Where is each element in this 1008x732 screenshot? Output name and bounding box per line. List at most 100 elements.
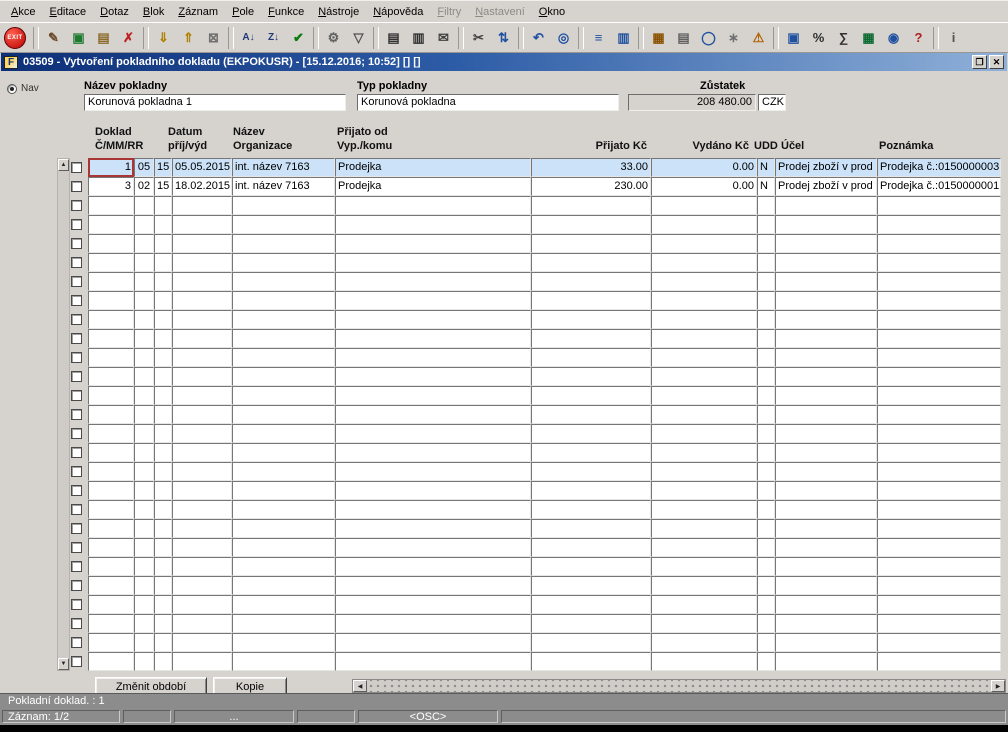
- cell-prijato_od[interactable]: [335, 462, 531, 481]
- cell-organizace[interactable]: [232, 329, 335, 348]
- table-row[interactable]: [88, 215, 1001, 234]
- cell-poznamka[interactable]: [877, 234, 1001, 253]
- cell-vydano_kc[interactable]: [651, 519, 757, 538]
- cell-vydano_kc[interactable]: [651, 500, 757, 519]
- cell-vydano_kc[interactable]: [651, 405, 757, 424]
- cell-mm[interactable]: [134, 557, 154, 576]
- row-checkbox[interactable]: [71, 314, 82, 325]
- sort-desc-icon[interactable]: Z↓: [261, 26, 286, 50]
- cell-poznamka[interactable]: [877, 595, 1001, 614]
- cell-prijato_od[interactable]: [335, 633, 531, 652]
- cell-ucel[interactable]: [775, 538, 877, 557]
- cell-vydano_kc[interactable]: [651, 253, 757, 272]
- cell-poznamka[interactable]: [877, 291, 1001, 310]
- row-checkbox[interactable]: [71, 276, 82, 287]
- row-checkbox[interactable]: [71, 162, 82, 173]
- cell-poznamka[interactable]: Prodejka č.:0150000001: [877, 177, 1001, 196]
- row-checkbox[interactable]: [71, 542, 82, 553]
- cell-udd[interactable]: [757, 557, 775, 576]
- cell-prijato_od[interactable]: [335, 367, 531, 386]
- cell-ucel[interactable]: [775, 329, 877, 348]
- cell-prijato_kc[interactable]: [531, 348, 651, 367]
- menu-item-editace[interactable]: Editace: [42, 3, 93, 21]
- cell-datum[interactable]: 18.02.2015: [172, 177, 232, 196]
- cell-poznamka[interactable]: [877, 310, 1001, 329]
- cell-prijato_od[interactable]: [335, 595, 531, 614]
- copy-record-icon[interactable]: ⇓: [151, 26, 176, 50]
- cell-udd[interactable]: [757, 405, 775, 424]
- cell-prijato_od[interactable]: [335, 272, 531, 291]
- row-checkbox[interactable]: [71, 371, 82, 382]
- cell-mm[interactable]: [134, 500, 154, 519]
- cell-ucel[interactable]: [775, 443, 877, 462]
- table-row[interactable]: [88, 633, 1001, 652]
- cell-prijato_kc[interactable]: [531, 481, 651, 500]
- cell-datum[interactable]: [172, 348, 232, 367]
- cell-doklad[interactable]: [88, 196, 134, 215]
- cell-mm[interactable]: [134, 310, 154, 329]
- menu-item-funkce[interactable]: Funkce: [261, 3, 311, 21]
- cell-vydano_kc[interactable]: [651, 614, 757, 633]
- cell-organizace[interactable]: [232, 500, 335, 519]
- table-row[interactable]: [88, 614, 1001, 633]
- row-checkbox[interactable]: [71, 352, 82, 363]
- cell-mm[interactable]: [134, 405, 154, 424]
- cell-organizace[interactable]: [232, 462, 335, 481]
- cell-poznamka[interactable]: [877, 481, 1001, 500]
- cell-prijato_od[interactable]: [335, 386, 531, 405]
- cell-mm[interactable]: [134, 367, 154, 386]
- cell-ucel[interactable]: [775, 234, 877, 253]
- cell-organizace[interactable]: [232, 405, 335, 424]
- globe-icon[interactable]: ◯: [696, 26, 721, 50]
- cell-prijato_od[interactable]: [335, 538, 531, 557]
- table-row[interactable]: [88, 272, 1001, 291]
- cell-poznamka[interactable]: [877, 633, 1001, 652]
- cell-udd[interactable]: [757, 291, 775, 310]
- warning-icon[interactable]: ⚠: [746, 26, 771, 50]
- delete-record-icon[interactable]: ✗: [116, 26, 141, 50]
- cell-doklad[interactable]: [88, 291, 134, 310]
- clear-record-icon[interactable]: ⊠: [201, 26, 226, 50]
- cell-prijato_kc[interactable]: [531, 424, 651, 443]
- cell-rr[interactable]: [154, 329, 172, 348]
- cell-datum[interactable]: [172, 272, 232, 291]
- cell-doklad[interactable]: 1: [88, 158, 134, 177]
- cell-ucel[interactable]: [775, 519, 877, 538]
- cell-vydano_kc[interactable]: [651, 424, 757, 443]
- cell-ucel[interactable]: Prodej zboží v prod: [775, 177, 877, 196]
- cell-prijato_od[interactable]: [335, 557, 531, 576]
- cell-mm[interactable]: [134, 633, 154, 652]
- cell-prijato_kc[interactable]: [531, 253, 651, 272]
- browser-icon[interactable]: ◉: [881, 26, 906, 50]
- cell-datum[interactable]: [172, 405, 232, 424]
- row-checkbox[interactable]: [71, 485, 82, 496]
- cell-vydano_kc[interactable]: [651, 291, 757, 310]
- cell-rr[interactable]: 15: [154, 177, 172, 196]
- cell-mm[interactable]: [134, 253, 154, 272]
- cell-ucel[interactable]: [775, 633, 877, 652]
- table-row[interactable]: [88, 196, 1001, 215]
- cell-ucel[interactable]: [775, 462, 877, 481]
- cell-ucel[interactable]: [775, 310, 877, 329]
- cell-organizace[interactable]: [232, 519, 335, 538]
- cell-prijato_od[interactable]: [335, 348, 531, 367]
- cell-datum[interactable]: 05.05.2015: [172, 158, 232, 177]
- cell-prijato_od[interactable]: [335, 652, 531, 671]
- cell-udd[interactable]: [757, 215, 775, 234]
- cell-ucel[interactable]: [775, 405, 877, 424]
- cell-rr[interactable]: [154, 443, 172, 462]
- table-row[interactable]: [88, 329, 1001, 348]
- cell-prijato_kc[interactable]: [531, 196, 651, 215]
- cell-mm[interactable]: 02: [134, 177, 154, 196]
- cell-poznamka[interactable]: [877, 386, 1001, 405]
- list-of-values-icon[interactable]: ≡: [586, 26, 611, 50]
- table-row[interactable]: [88, 652, 1001, 671]
- nav-radio-icon[interactable]: [7, 83, 17, 94]
- cell-poznamka[interactable]: [877, 462, 1001, 481]
- nazev-pokladny-field[interactable]: Korunová pokladna 1: [84, 94, 346, 111]
- table-row[interactable]: [88, 234, 1001, 253]
- typ-pokladny-field[interactable]: Korunová pokladna: [357, 94, 619, 111]
- table-row[interactable]: [88, 443, 1001, 462]
- cell-doklad[interactable]: [88, 272, 134, 291]
- cell-udd[interactable]: [757, 595, 775, 614]
